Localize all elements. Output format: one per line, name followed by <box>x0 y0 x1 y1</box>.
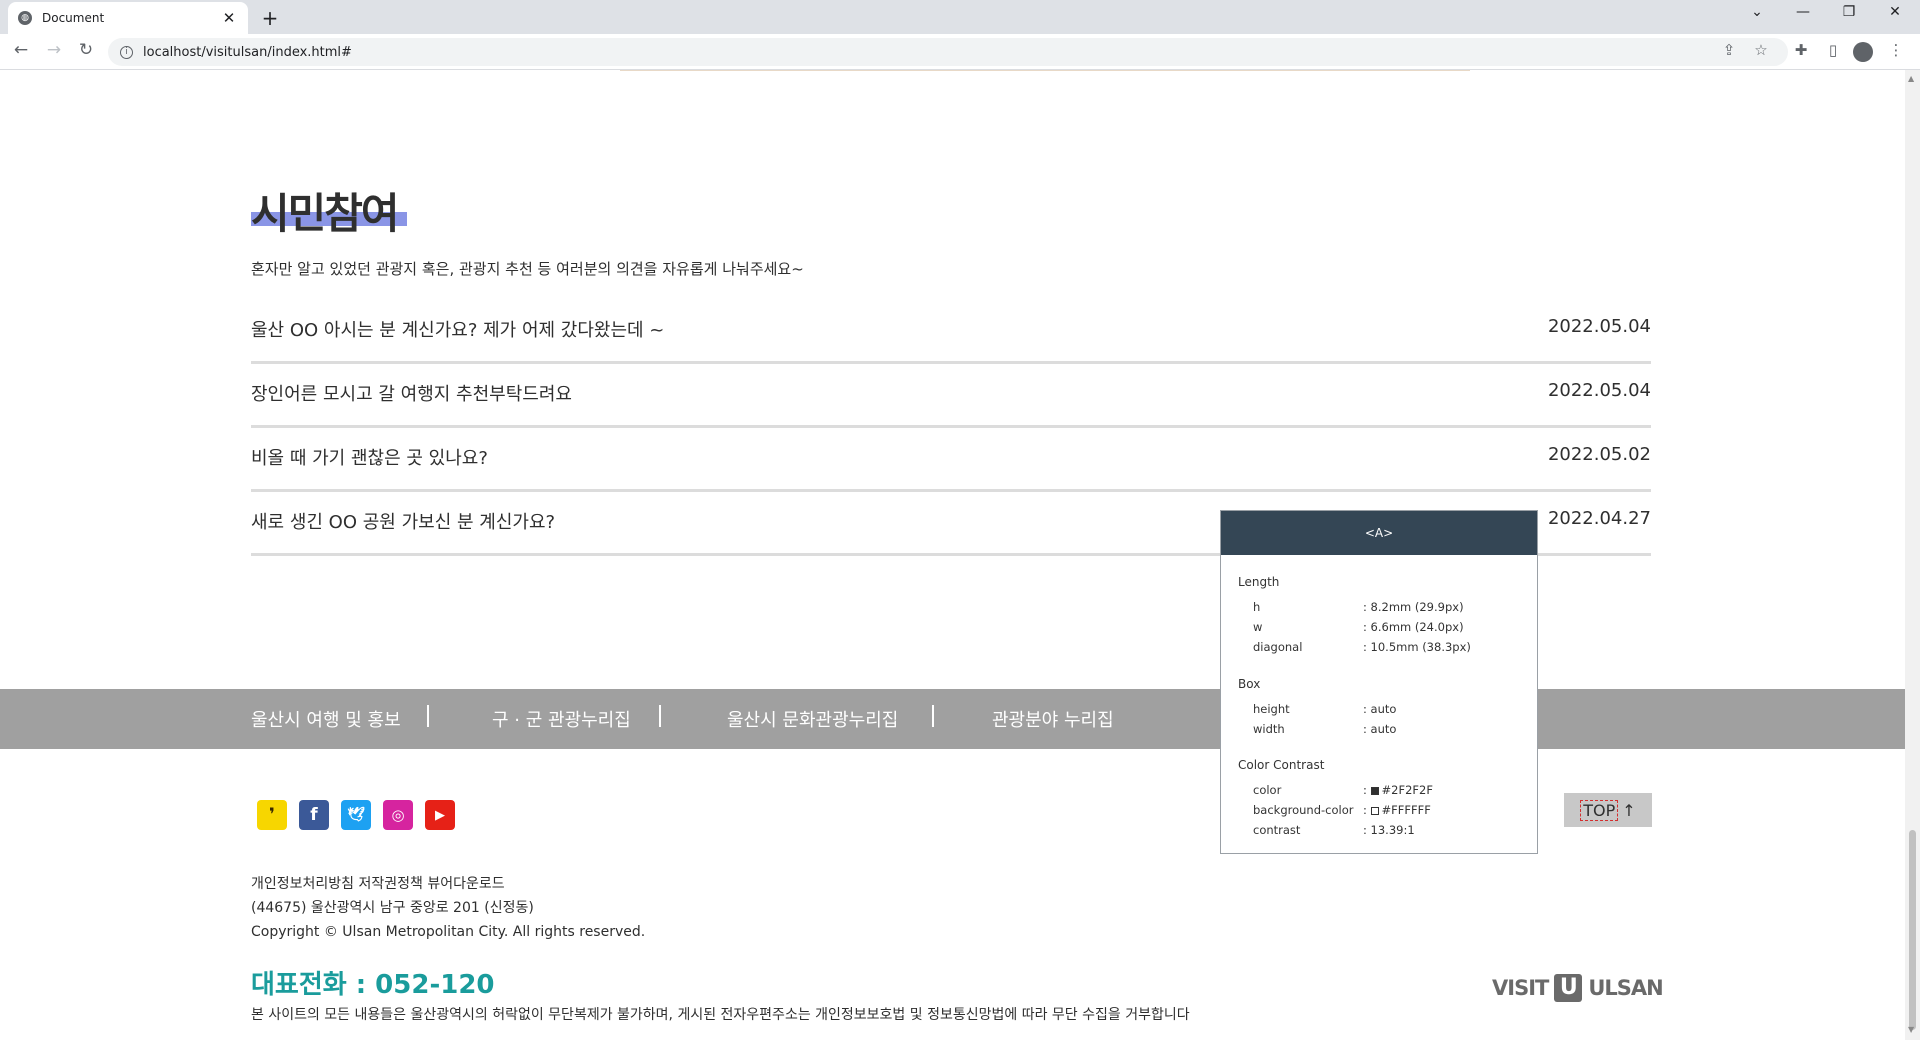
logo-text-right: ULSAN <box>1588 976 1663 1000</box>
post-row[interactable]: 울산 OO 아시는 분 계신가요? 제가 어제 갔다왔는데 ~ 2022.05.… <box>251 300 1651 364</box>
disclaimer: 본 사이트의 모든 내용들은 울산광역시의 허락없이 무단복제가 불가하며, 게… <box>251 1007 1190 1023</box>
side-panel-icon[interactable]: ▯ <box>1822 41 1844 59</box>
length-h-row: h: 8.2mm (29.9px) <box>1253 600 1464 614</box>
copyright: Copyright © Ulsan Metropolitan City. All… <box>251 924 646 940</box>
post-date: 2022.05.04 <box>1547 380 1651 401</box>
scrollbar[interactable]: ▲ ▼ <box>1905 70 1920 1040</box>
length-heading: Length <box>1238 575 1280 589</box>
top-button[interactable]: TOP ↑ <box>1564 793 1652 827</box>
policy-links[interactable]: 개인정보처리방침 저작권정책 뷰어다운로드 <box>251 872 645 896</box>
post-title[interactable]: 비올 때 가기 괜찮은 곳 있나요? <box>251 444 488 470</box>
footer-link-tourism[interactable]: 관광분야 누리집 <box>992 706 1114 732</box>
new-tab-button[interactable]: + <box>258 6 282 30</box>
youtube-icon[interactable]: ▶ <box>425 800 455 830</box>
footer-link-district[interactable]: 구 · 군 관광누리집 <box>492 706 631 732</box>
post-date: 2022.04.27 <box>1547 508 1651 529</box>
color-row: color: #2F2F2F <box>1253 783 1433 797</box>
box-height-row: height: auto <box>1253 702 1397 716</box>
scroll-thumb[interactable] <box>1909 830 1916 1030</box>
info-icon[interactable]: i <box>120 45 133 59</box>
arrow-up-icon: ↑ <box>1622 800 1636 820</box>
kakao-icon[interactable]: ❜ <box>257 800 287 830</box>
instagram-icon[interactable]: ◎ <box>383 800 413 830</box>
footer-link-bar: 울산시 여행 및 홍보 구 · 군 관광누리집 울산시 문화관광누리집 관광분야… <box>0 689 1905 749</box>
share-icon[interactable]: ⇪ <box>1718 41 1740 59</box>
reload-icon[interactable]: ↻ <box>74 40 98 60</box>
section-description: 혼자만 알고 있었던 관광지 혹은, 관광지 추천 등 여러분의 의견을 자유롭… <box>251 260 804 278</box>
phone-number: 대표전화 : 052-120 <box>251 970 495 1000</box>
post-title[interactable]: 장인어른 모시고 갈 여행지 추천부탁드려요 <box>251 380 572 406</box>
bg-swatch-icon <box>1370 806 1379 815</box>
length-diagonal-row: diagonal: 10.5mm (38.3px) <box>1253 640 1471 654</box>
facebook-icon[interactable]: f <box>299 800 329 830</box>
footer-separator <box>659 705 661 727</box>
back-icon[interactable]: ← <box>9 40 33 60</box>
footer-link-culture[interactable]: 울산시 문화관광누리집 <box>727 706 898 732</box>
logo-mark-icon: U <box>1554 974 1583 1002</box>
browser-tabbar: ◍ Document ✕ + ⌄ — ❐ ✕ <box>0 0 1920 34</box>
post-row[interactable]: 비올 때 가기 괜찮은 곳 있나요? 2022.05.02 <box>251 428 1651 492</box>
extensions-icon[interactable]: ✚ <box>1790 41 1812 59</box>
post-date: 2022.05.04 <box>1547 316 1651 337</box>
post-row[interactable]: 장인어른 모시고 갈 여행지 추천부탁드려요 2022.05.04 <box>251 364 1651 428</box>
twitter-icon[interactable]: 🕊 <box>341 800 371 830</box>
browser-tab[interactable]: ◍ Document ✕ <box>8 2 248 34</box>
url-text: localhost/visitulsan/index.html# <box>143 44 352 60</box>
post-date: 2022.05.02 <box>1547 444 1651 465</box>
box-width-row: width: auto <box>1253 722 1397 736</box>
browser-toolbar: ← → ↻ i localhost/visitulsan/index.html#… <box>0 34 1920 70</box>
inspector-tooltip: <A> Length h: 8.2mm (29.9px) w: 6.6mm (2… <box>1220 510 1538 854</box>
section-title: 시민참여 <box>251 189 400 238</box>
forward-icon[interactable]: → <box>42 40 66 60</box>
globe-icon: ◍ <box>18 11 32 25</box>
logo-text-left: VISIT <box>1492 976 1549 1000</box>
post-title[interactable]: 울산 OO 아시는 분 계신가요? 제가 어제 갔다왔는데 ~ <box>251 316 664 342</box>
scroll-down-icon[interactable]: ▼ <box>1908 1025 1914 1034</box>
profile-avatar-icon[interactable] <box>1853 42 1873 62</box>
footer-link-ulsan-tour[interactable]: 울산시 여행 및 홍보 <box>251 706 401 732</box>
restore-icon[interactable]: ❐ <box>1834 4 1864 20</box>
footer-separator <box>427 705 429 727</box>
tab-title: Document <box>42 11 105 25</box>
address-bar[interactable]: i localhost/visitulsan/index.html# <box>108 38 1788 66</box>
close-tab-icon[interactable]: ✕ <box>220 9 238 27</box>
contrast-row: contrast: 13.39:1 <box>1253 823 1415 837</box>
divider <box>620 70 1470 71</box>
footer-separator <box>932 705 934 727</box>
top-label[interactable]: TOP <box>1580 799 1619 821</box>
color-swatch-icon <box>1370 786 1379 795</box>
bookmark-star-icon[interactable]: ☆ <box>1750 41 1772 59</box>
close-window-icon[interactable]: ✕ <box>1880 4 1910 20</box>
minimize-icon[interactable]: — <box>1788 4 1818 20</box>
bg-color-row: background-color: #FFFFFF <box>1253 803 1431 817</box>
footer-info: 개인정보처리방침 저작권정책 뷰어다운로드 (44675) 울산광역시 남구 중… <box>251 872 645 944</box>
address: (44675) 울산광역시 남구 중앙로 201 (신정동) <box>251 900 534 916</box>
length-w-row: w: 6.6mm (24.0px) <box>1253 620 1464 634</box>
box-heading: Box <box>1238 677 1261 691</box>
scroll-up-icon[interactable]: ▲ <box>1908 74 1914 83</box>
visit-ulsan-logo[interactable]: VISIT U ULSAN <box>1492 974 1664 1002</box>
post-title[interactable]: 새로 생긴 OO 공원 가보신 분 계신가요? <box>251 508 555 534</box>
contrast-heading: Color Contrast <box>1238 758 1325 772</box>
inspector-tag: <A> <box>1221 511 1537 555</box>
menu-kebab-icon[interactable]: ⋮ <box>1885 41 1907 59</box>
page-viewport: 시민참여 혼자만 알고 있었던 관광지 혹은, 관광지 추천 등 여러분의 의견… <box>0 70 1905 1040</box>
tab-search-icon[interactable]: ⌄ <box>1742 4 1772 20</box>
